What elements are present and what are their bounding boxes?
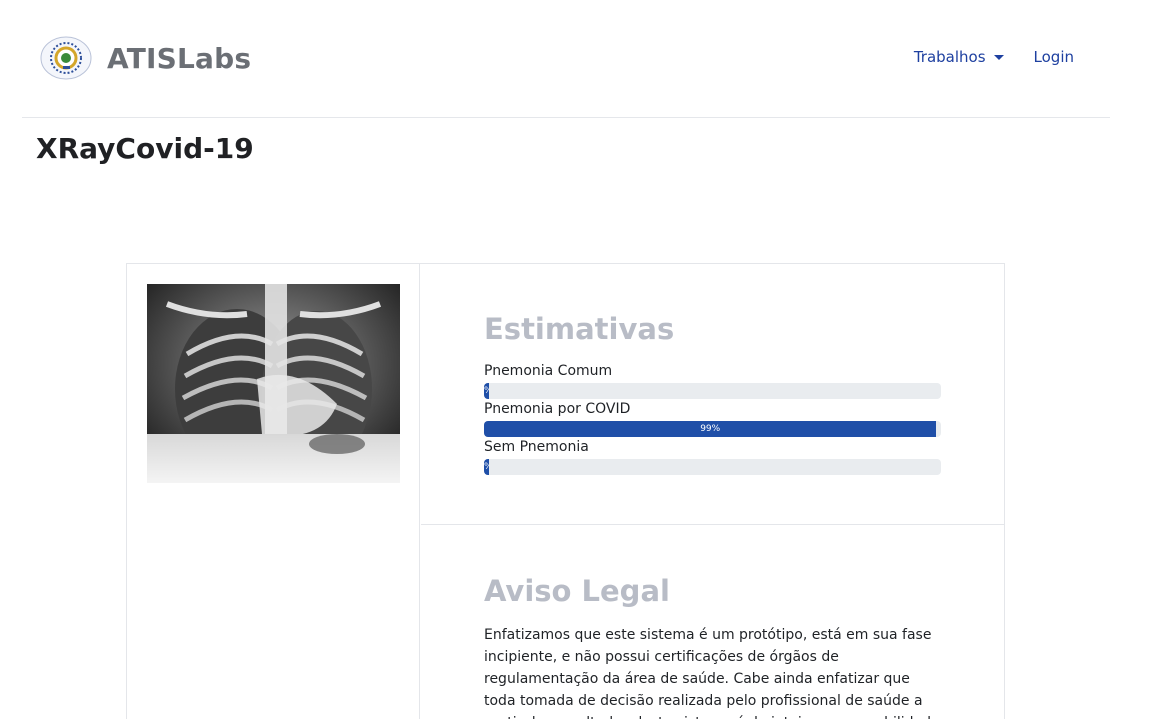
nav-links: Trabalhos Login <box>914 48 1074 66</box>
aviso-text: Enfatizamos que este sistema é um protót… <box>484 627 940 719</box>
navbar: ATISLabs Trabalhos Login <box>22 0 1110 118</box>
nav-login-link[interactable]: Login <box>1034 48 1074 66</box>
estimativa-label: Sem Pnemonia <box>484 439 589 455</box>
progress-bar: 99% <box>484 421 937 437</box>
estimativa-item: Pnemonia Comum % <box>484 362 941 400</box>
estimativas-title: Estimativas <box>484 312 675 346</box>
nav-trabalhos-label: Trabalhos <box>913 48 986 66</box>
aviso-panel: Aviso Legal Enfatizamos que este sistema… <box>421 526 1005 719</box>
progress-track: % <box>484 459 941 475</box>
progress-track: 99% <box>484 421 941 437</box>
aviso-title: Aviso Legal <box>484 574 670 608</box>
estimativa-item: Pnemonia por COVID 99% <box>484 400 941 438</box>
progress-track: % <box>484 383 941 399</box>
progress-bar: % <box>484 383 489 399</box>
page-title: XRayCovid-19 <box>36 132 254 165</box>
brand[interactable]: ATISLabs <box>40 36 251 80</box>
estimativas-list: Pnemonia Comum % Pnemonia por COVID 99% … <box>484 362 941 476</box>
result-card: Estimativas Pnemonia Comum % Pnemonia po… <box>126 263 1005 719</box>
progress-bar: % <box>484 459 489 475</box>
caret-down-icon <box>993 54 1004 60</box>
estimativa-label: Pnemonia Comum <box>484 363 613 379</box>
image-column <box>127 264 420 719</box>
brand-name: ATISLabs <box>107 41 252 75</box>
xray-image <box>147 284 400 483</box>
logo-icon <box>40 36 92 80</box>
estimativas-panel: Estimativas Pnemonia Comum % Pnemonia po… <box>421 264 1005 525</box>
estimativa-label: Pnemonia por COVID <box>484 401 631 417</box>
nav-trabalhos-dropdown[interactable]: Trabalhos <box>914 48 1004 66</box>
estimativa-item: Sem Pnemonia % <box>484 438 941 476</box>
